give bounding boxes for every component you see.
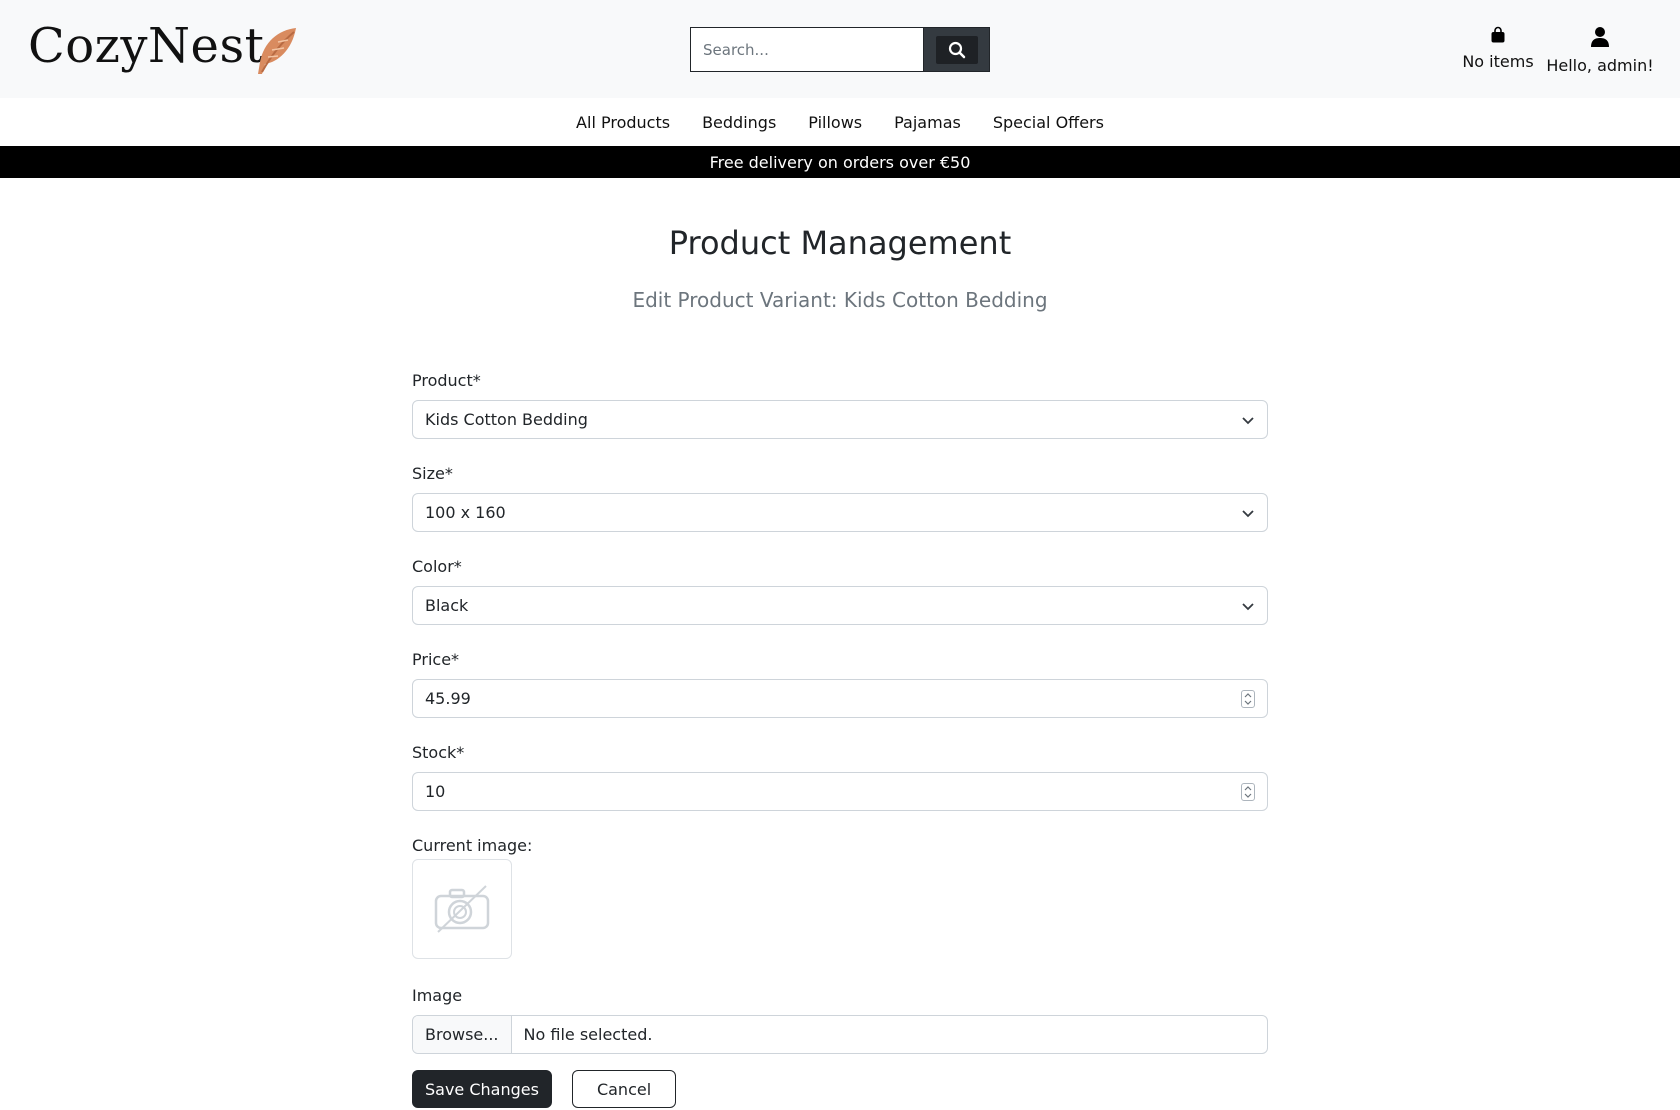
color-select-value: Black bbox=[425, 596, 469, 615]
chevron-down-icon bbox=[1242, 416, 1254, 424]
color-group: Color* Black bbox=[412, 556, 1268, 625]
price-input[interactable]: 45.99 bbox=[412, 679, 1268, 718]
search-form bbox=[690, 27, 990, 72]
nav-item-special-offers[interactable]: Special Offers bbox=[977, 113, 1120, 132]
current-image-group: Current image: bbox=[412, 835, 1268, 959]
search-icon bbox=[948, 41, 965, 58]
no-image-camera-icon bbox=[434, 885, 490, 933]
delivery-banner: Free delivery on orders over €50 bbox=[0, 146, 1680, 178]
page-subtitle: Edit Product Variant: Kids Cotton Beddin… bbox=[632, 288, 1048, 312]
shopping-bag-icon bbox=[1491, 26, 1505, 43]
nav-item-all-products[interactable]: All Products bbox=[560, 113, 686, 132]
product-select[interactable]: Kids Cotton Bedding bbox=[412, 400, 1268, 439]
product-label: Product* bbox=[412, 371, 481, 390]
chevron-down-icon bbox=[1242, 509, 1254, 517]
image-upload-group: Image Browse... No file selected. bbox=[412, 985, 1268, 1054]
site-logo[interactable]: CozyNest bbox=[28, 18, 264, 74]
product-select-value: Kids Cotton Bedding bbox=[425, 410, 588, 429]
product-group: Product* Kids Cotton Bedding bbox=[412, 370, 1268, 439]
price-input-value: 45.99 bbox=[425, 689, 471, 708]
search-button[interactable] bbox=[923, 27, 990, 72]
page-title: Product Management bbox=[668, 224, 1012, 262]
stock-spinner-icon[interactable] bbox=[1241, 782, 1255, 801]
shopping-bag-link[interactable]: No items bbox=[1448, 26, 1548, 71]
file-status: No file selected. bbox=[523, 1025, 653, 1044]
size-label: Size* bbox=[412, 464, 453, 483]
search-input[interactable] bbox=[690, 27, 923, 72]
price-spinner-icon[interactable] bbox=[1241, 689, 1255, 708]
image-file-input[interactable]: Browse... No file selected. bbox=[412, 1015, 1268, 1054]
cancel-button[interactable]: Cancel bbox=[571, 1070, 677, 1108]
current-image-label: Current image: bbox=[412, 836, 533, 855]
size-select[interactable]: 100 x 160 bbox=[412, 493, 1268, 532]
account-link[interactable]: Hello, admin! bbox=[1540, 26, 1660, 75]
color-label: Color* bbox=[412, 557, 462, 576]
form-actions: Save Changes Cancel bbox=[412, 1070, 1268, 1108]
browse-button[interactable]: Browse... bbox=[413, 1016, 512, 1053]
bag-label: No items bbox=[1462, 52, 1534, 71]
price-group: Price* 45.99 bbox=[412, 649, 1268, 718]
nav-item-pajamas[interactable]: Pajamas bbox=[878, 113, 977, 132]
nav-item-beddings[interactable]: Beddings bbox=[686, 113, 792, 132]
edit-variant-form: Product* Kids Cotton Bedding Size* 100 x… bbox=[412, 370, 1268, 1108]
main-nav: All Products Beddings Pillows Pajamas Sp… bbox=[0, 98, 1680, 146]
stock-input-value: 10 bbox=[425, 782, 446, 801]
feather-icon bbox=[258, 28, 296, 74]
size-group: Size* 100 x 160 bbox=[412, 463, 1268, 532]
color-select[interactable]: Black bbox=[412, 586, 1268, 625]
image-label: Image bbox=[412, 986, 463, 1005]
stock-input[interactable]: 10 bbox=[412, 772, 1268, 811]
stock-group: Stock* 10 bbox=[412, 742, 1268, 811]
current-image-thumbnail bbox=[412, 859, 512, 959]
user-greeting: Hello, admin! bbox=[1546, 56, 1654, 75]
price-label: Price* bbox=[412, 650, 460, 669]
stock-label: Stock* bbox=[412, 743, 465, 762]
save-changes-button[interactable]: Save Changes bbox=[412, 1070, 552, 1108]
user-icon bbox=[1591, 27, 1609, 47]
top-header: CozyNest No items Hello, admin! bbox=[0, 0, 1680, 98]
size-select-value: 100 x 160 bbox=[425, 503, 506, 522]
nav-item-pillows[interactable]: Pillows bbox=[792, 113, 878, 132]
chevron-down-icon bbox=[1242, 602, 1254, 610]
